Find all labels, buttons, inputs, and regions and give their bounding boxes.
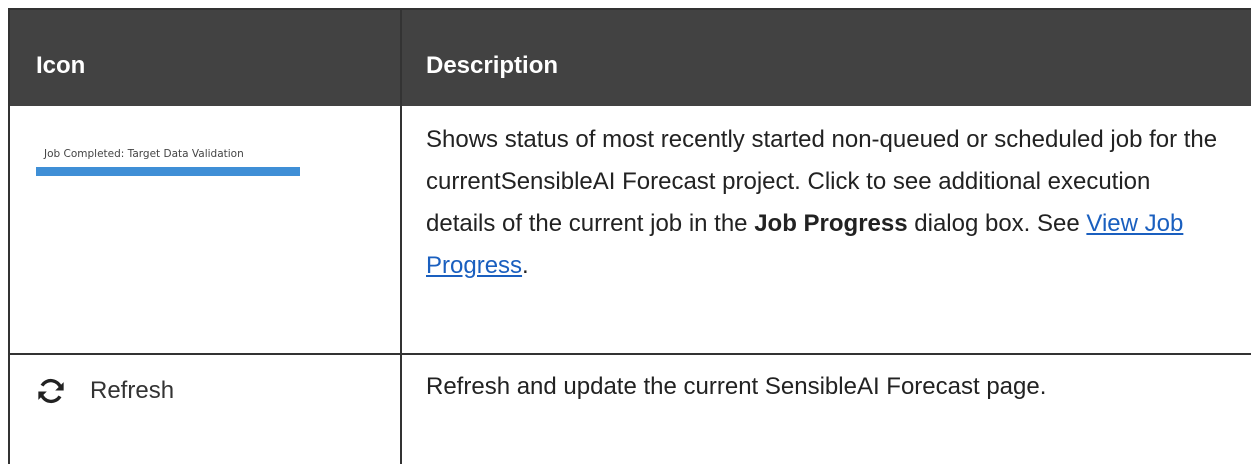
job-status-text: Job Completed: Target Data Validation [44,148,244,160]
icon-description-table: Icon Description Job Completed: Target D… [8,8,1251,464]
refresh-button[interactable]: Refresh [36,376,174,406]
table-row: Refresh Refresh and update the current S… [10,355,1251,466]
column-divider [400,10,402,464]
refresh-icon [38,378,64,404]
desc-text: . [522,252,529,279]
job-progress-fill [36,167,300,176]
header-description-column: Description [426,52,559,79]
job-progress-bar [36,167,300,176]
row-description: Shows status of most recently started no… [426,119,1226,287]
desc-bold-job-progress: Job Progress [754,210,908,237]
desc-text: dialog box. See [907,210,1087,237]
table-header: Icon Description [10,10,1251,106]
job-status-widget[interactable]: Job Completed: Target Data Validation [36,148,304,176]
refresh-label: Refresh [90,377,175,404]
table-row: Job Completed: Target Data Validation Sh… [10,106,1251,355]
header-icon-column: Icon [36,52,86,79]
row-description: Refresh and update the current SensibleA… [426,373,1047,400]
